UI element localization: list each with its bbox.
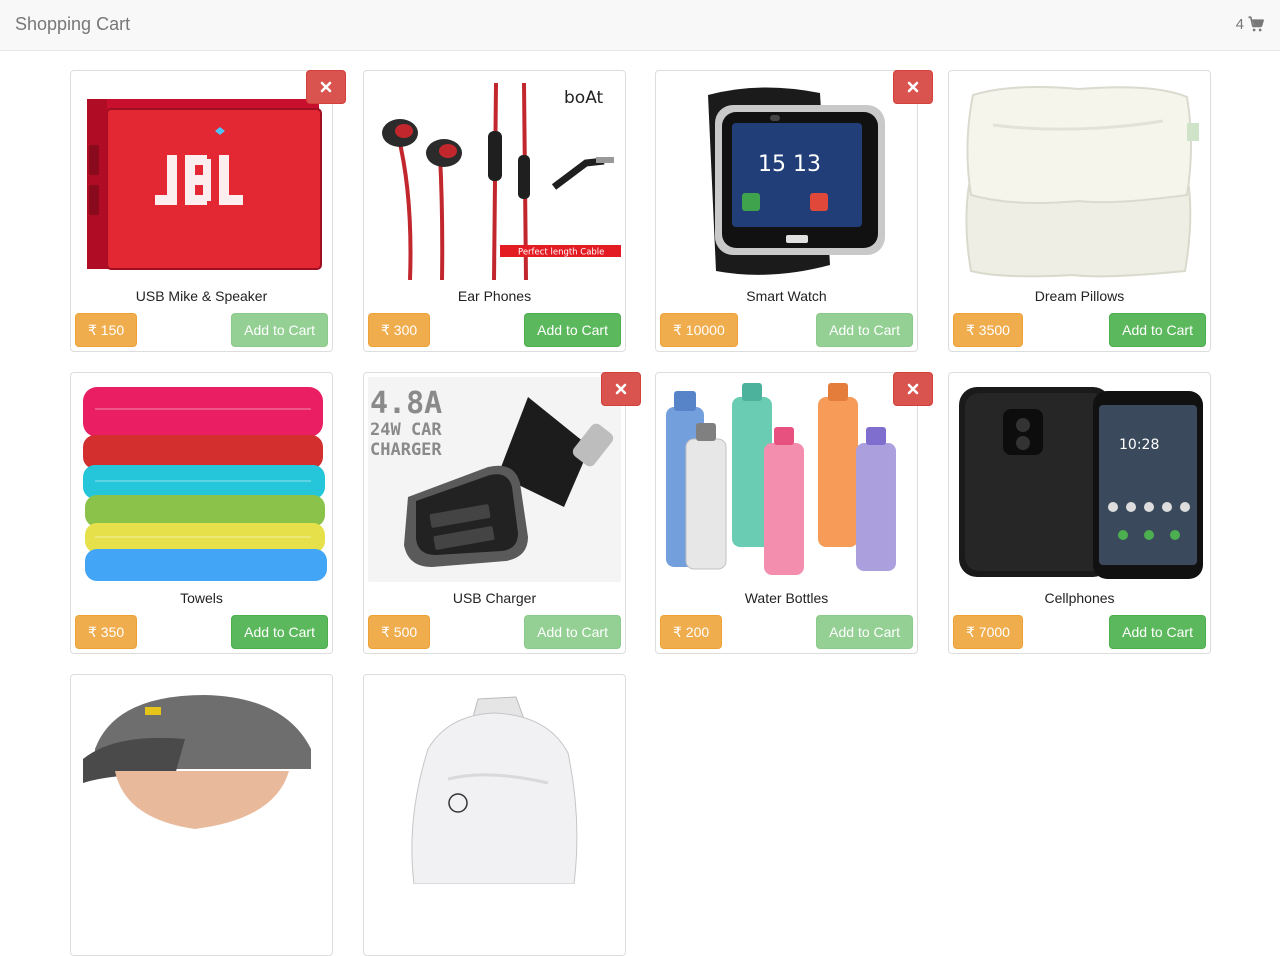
product-name: USB Mike & Speaker [135,288,268,304]
product-name: Cellphones [1044,590,1115,606]
add-to-cart-button[interactable]: Add to Cart [1109,313,1206,347]
add-to-cart-button[interactable]: Add to Cart [1109,615,1206,649]
product-card: boAt Perfect length Cable Ear Phones ₹ 3… [363,70,626,352]
times-icon [907,383,919,395]
cart-indicator[interactable]: 4 [1236,15,1265,33]
product-name: Smart Watch [746,288,827,304]
product-name: USB Charger [452,590,537,606]
product-image-jbl-speaker [75,75,328,280]
svg-text:15 13: 15 13 [758,152,821,177]
times-icon [320,81,332,93]
shopping-cart-icon [1248,16,1264,32]
remove-from-cart-button[interactable] [601,372,641,406]
times-icon [615,383,627,395]
product-card: Dream Pillows ₹ 3500 Add to Cart [948,70,1211,352]
product-price: ₹ 350 [75,615,138,649]
svg-text:4.8A: 4.8A [370,386,442,421]
times-icon [907,81,919,93]
navbar: Shopping Cart 4 [0,0,1280,51]
product-card: Water Bottles ₹ 200 Add to Cart [655,372,933,654]
add-to-cart-button[interactable]: Add to Cart [816,615,913,649]
product-image-beanie-cap [75,679,328,884]
product-image-smart-watch: 15 13 [660,75,913,280]
remove-from-cart-button[interactable] [893,70,933,104]
svg-text:24W CAR: 24W CAR [370,420,442,440]
product-price: ₹ 3500 [953,313,1023,347]
cart-count: 4 [1235,15,1244,33]
product-card [363,674,626,956]
product-price: ₹ 150 [75,313,138,347]
product-image-cellphone: 10:28 [953,377,1206,582]
add-to-cart-button[interactable]: Add to Cart [816,313,913,347]
product-price: ₹ 300 [368,313,431,347]
add-to-cart-button[interactable]: Add to Cart [524,313,621,347]
svg-text:boAt: boAt [564,88,604,108]
product-name: Dream Pillows [1034,288,1125,304]
product-name: Towels [180,590,223,606]
svg-text:10:28: 10:28 [1119,437,1159,453]
svg-text:Perfect length Cable: Perfect length Cable [518,248,604,258]
navbar-brand[interactable]: Shopping Cart [15,14,130,35]
add-to-cart-button[interactable]: Add to Cart [524,615,621,649]
product-image-towels [75,377,328,582]
product-name: Ear Phones [457,288,532,304]
product-price: ₹ 200 [660,615,723,649]
product-image-water-bottles [660,377,913,582]
remove-from-cart-button[interactable] [306,70,346,104]
remove-from-cart-button[interactable] [893,372,933,406]
product-image-earphones: boAt Perfect length Cable [368,75,621,280]
product-price: ₹ 500 [368,615,431,649]
product-image-bean-bag-refill [368,679,621,884]
product-card: 4.8A 24W CAR CHARGER USB Charger ₹ 500 A… [363,372,641,654]
product-card: 10:28 Cellphones ₹ 7000 Add to Cart [948,372,1211,654]
product-price: ₹ 7000 [953,615,1023,649]
product-card: USB Mike & Speaker ₹ 150 Add to Cart [70,70,346,352]
add-to-cart-button[interactable]: Add to Cart [231,615,328,649]
product-price: ₹ 10000 [660,313,738,347]
product-card: 15 13 Smart Watch ₹ 10000 Add to Cart [655,70,933,352]
add-to-cart-button[interactable]: Add to Cart [231,313,328,347]
product-name: Water Bottles [744,590,829,606]
product-card: Towels ₹ 350 Add to Cart [70,372,333,654]
product-image-pillows [953,75,1206,280]
product-image-car-charger: 4.8A 24W CAR CHARGER [368,377,621,582]
product-card [70,674,333,956]
svg-text:CHARGER: CHARGER [370,440,442,460]
